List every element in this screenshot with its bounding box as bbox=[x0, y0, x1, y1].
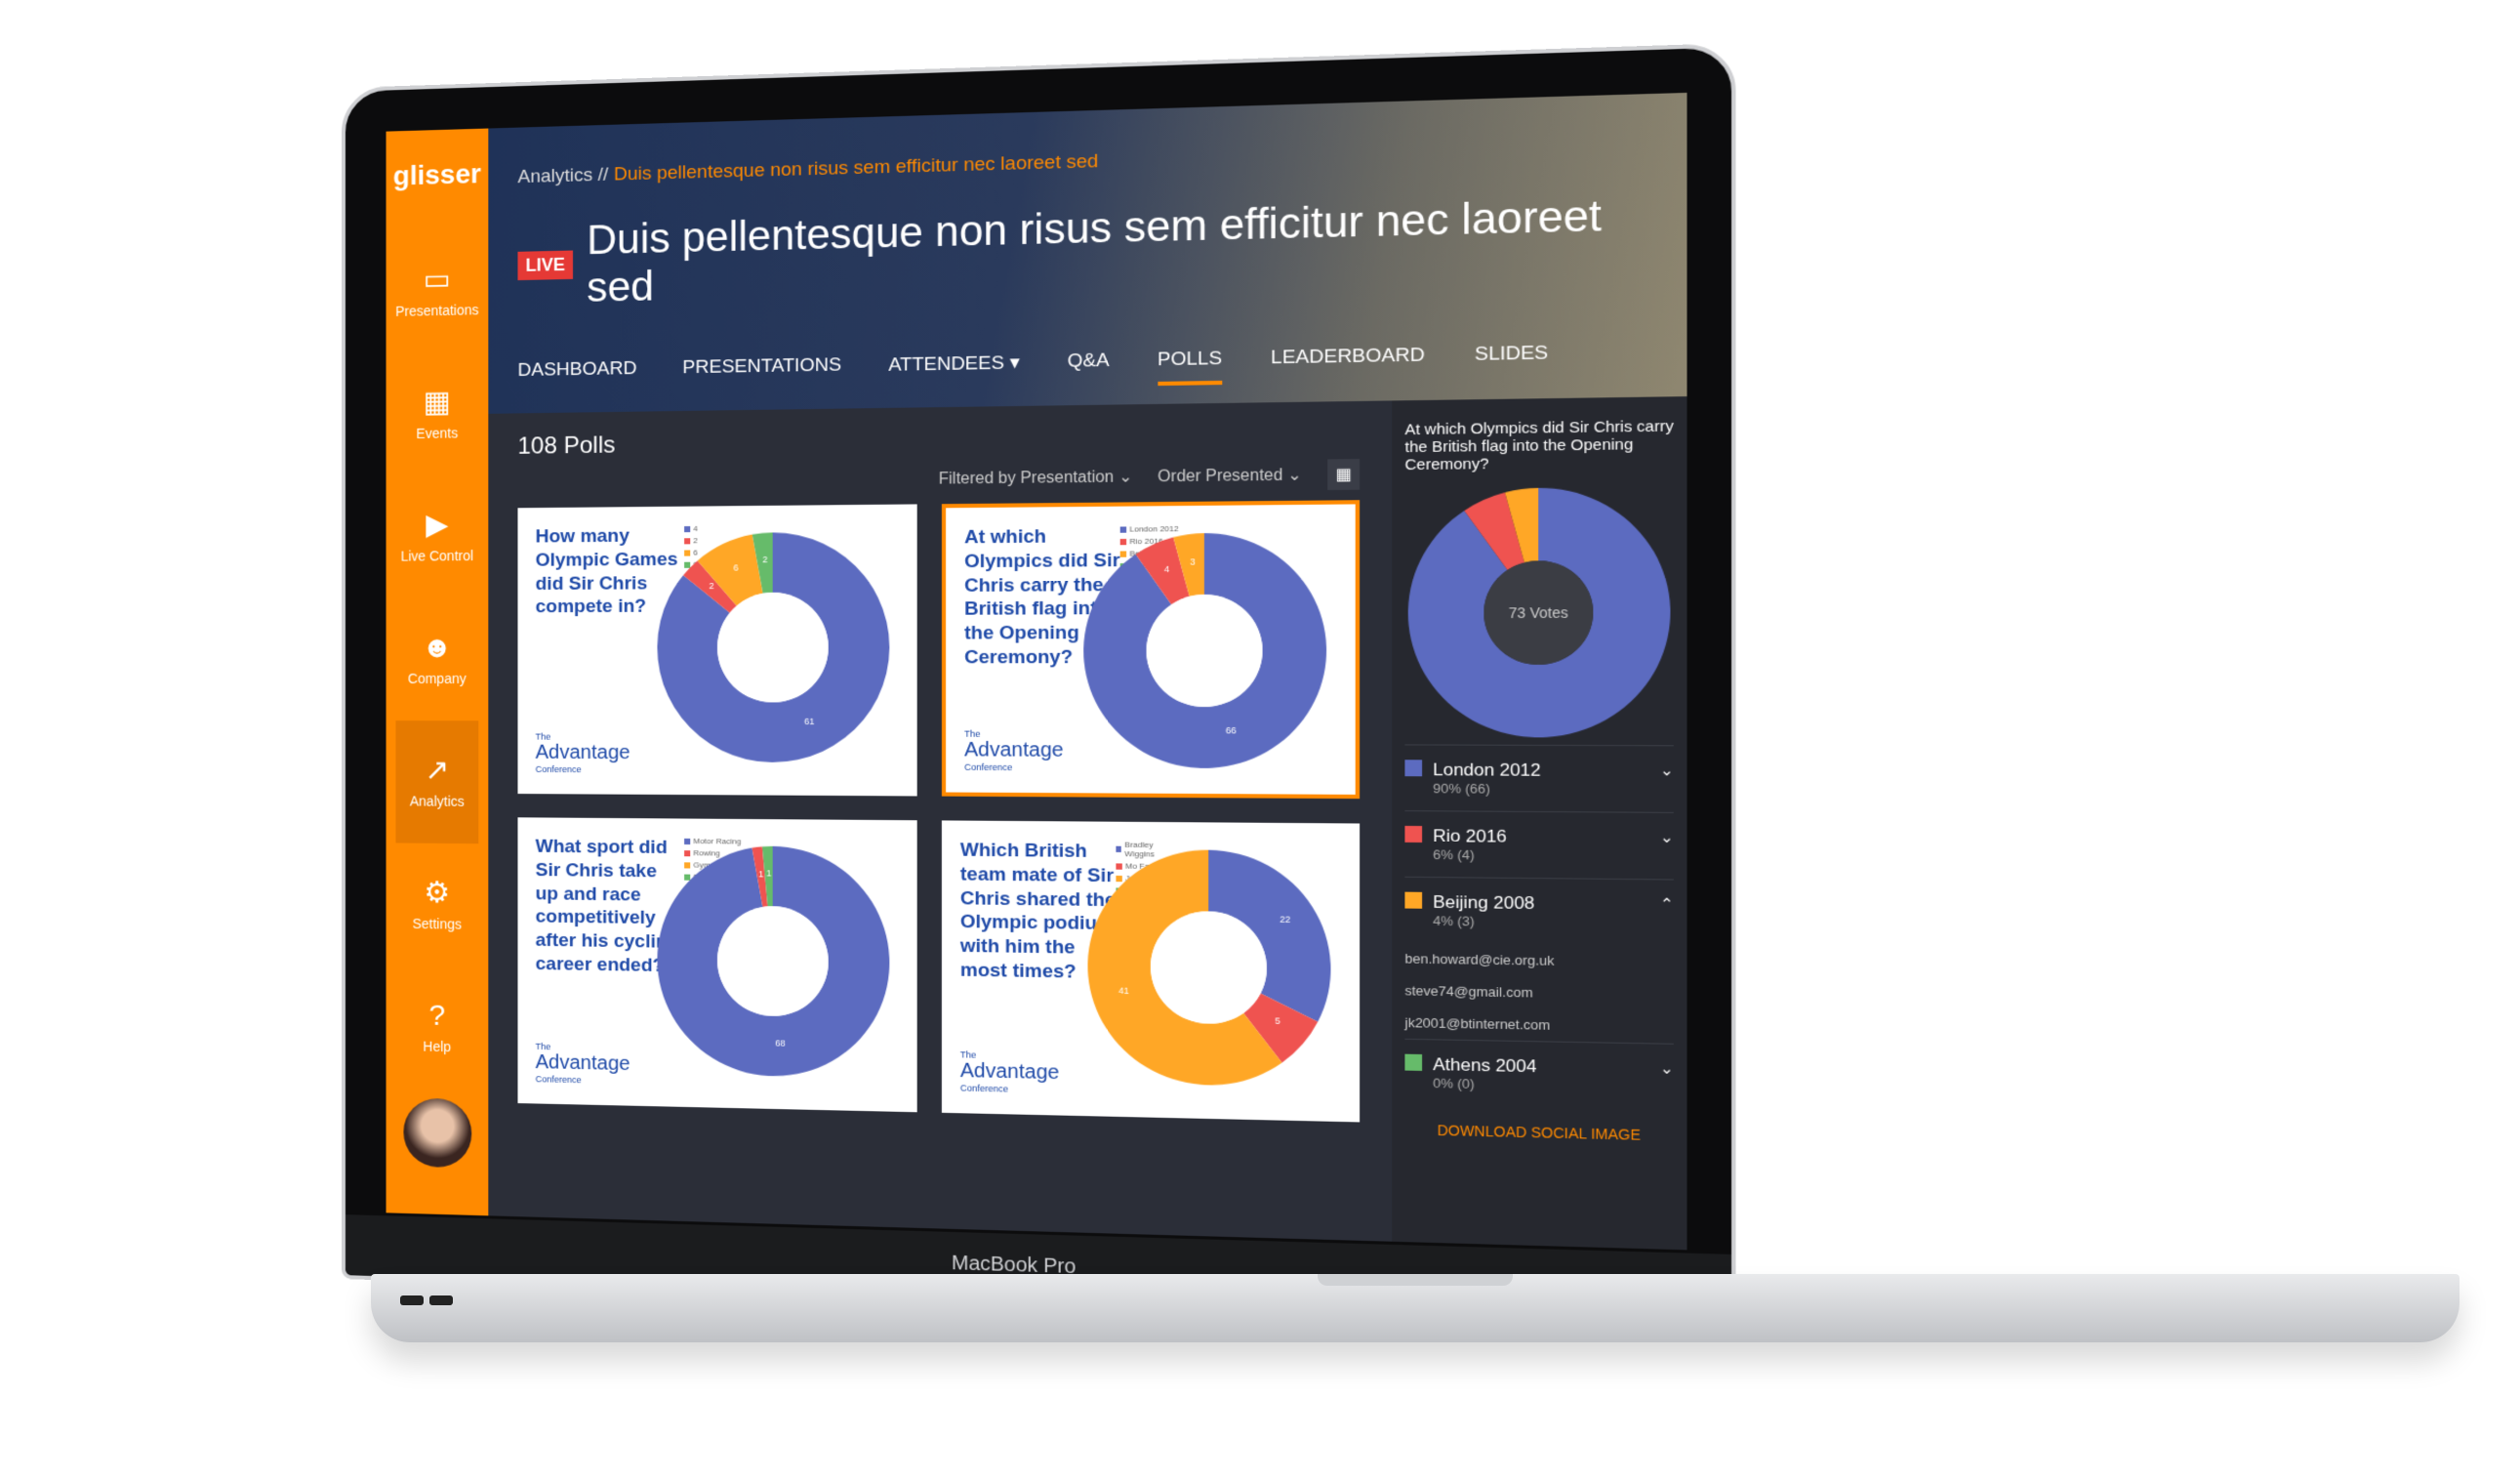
voter-email: steve74@gmail.com bbox=[1404, 982, 1533, 1001]
option-row[interactable]: Beijing 2008 4% (3) ⌃ bbox=[1404, 876, 1674, 947]
gear-icon: ⚙ bbox=[424, 876, 451, 909]
tab-0[interactable]: DASHBOARD bbox=[517, 358, 636, 395]
filter-dropdown[interactable]: Filtered by Presentation ⌄ bbox=[939, 467, 1133, 489]
advantage-logo: The Advantage Conference bbox=[535, 731, 630, 775]
advantage-logo: The Advantage Conference bbox=[535, 1041, 630, 1086]
slice-label: 3 bbox=[1190, 556, 1195, 567]
option-row[interactable]: Rio 2016 6% (4) ⌄ bbox=[1404, 810, 1674, 880]
sidebar-item-company[interactable]: ☻ Company bbox=[395, 597, 478, 720]
tab-2[interactable]: ATTENDEES ▾ bbox=[888, 351, 1019, 390]
poll-card[interactable]: Which British team mate of Sir Chris sha… bbox=[941, 820, 1361, 1123]
voter-email: ben.howard@cie.org.uk bbox=[1404, 950, 1555, 968]
option-name: Rio 2016 bbox=[1433, 826, 1507, 846]
screen: glisser ▭ Presentations ▦ Events ▶ Live Contr… bbox=[386, 92, 1687, 1251]
sidebar-item-settings[interactable]: ⚙ Settings bbox=[395, 843, 478, 966]
page-title: Duis pellentesque non risus sem efficitu… bbox=[587, 190, 1603, 310]
option-stat: 0% (0) bbox=[1433, 1075, 1475, 1092]
sidebar-item-events[interactable]: ▦ Events bbox=[395, 351, 478, 475]
advantage-logo: The Advantage Conference bbox=[964, 728, 1064, 773]
order-dropdown[interactable]: Order Presented ⌄ bbox=[1158, 465, 1302, 487]
advantage-logo: The Advantage Conference bbox=[959, 1049, 1060, 1094]
poll-donut-chart: 61 2 6 2 bbox=[657, 531, 890, 763]
slice-label: 6 bbox=[734, 563, 739, 573]
option-stat: 4% (3) bbox=[1433, 913, 1475, 929]
total-votes: 73 Votes bbox=[1509, 604, 1568, 621]
sidebar-item-presentations[interactable]: ▭ Presentations bbox=[395, 229, 478, 353]
option-stat: 6% (4) bbox=[1433, 846, 1475, 863]
sidebar-item-label: Events bbox=[416, 424, 459, 441]
tab-1[interactable]: PRESENTATIONS bbox=[682, 354, 841, 392]
option-name: London 2012 bbox=[1433, 760, 1541, 781]
slice-label: 5 bbox=[1276, 1016, 1280, 1027]
sidebar: glisser ▭ Presentations ▦ Events ▶ Live Contr… bbox=[386, 128, 489, 1216]
sidebar-item-label: Company bbox=[407, 670, 467, 686]
breadcrumb-current: Duis pellentesque non risus sem efficitu… bbox=[613, 150, 1099, 185]
tab-5[interactable]: LEADERBOARD bbox=[1271, 345, 1425, 385]
breadcrumb-root[interactable]: Analytics // bbox=[517, 164, 608, 187]
slice-label: 22 bbox=[1280, 915, 1290, 925]
chart-icon: ↗ bbox=[425, 753, 450, 787]
poll-card[interactable]: How many Olympic Games did Sir Chris com… bbox=[517, 504, 917, 797]
sidebar-item-help[interactable]: ? Help bbox=[395, 966, 478, 1089]
poll-detail-panel: At which Olympics did Sir Chris carry th… bbox=[1392, 396, 1687, 1251]
glisser-logo: glisser bbox=[392, 157, 481, 191]
option-name: Beijing 2008 bbox=[1433, 891, 1535, 914]
live-badge: LIVE bbox=[517, 250, 574, 280]
sidebar-item-label: Settings bbox=[412, 915, 463, 932]
tab-3[interactable]: Q&A bbox=[1068, 349, 1110, 387]
slice-label: 4 bbox=[1164, 563, 1169, 574]
monitor-icon: ▭ bbox=[423, 262, 451, 296]
slice-label: 2 bbox=[709, 580, 713, 590]
slice-label: 61 bbox=[804, 717, 814, 726]
option-row[interactable]: London 2012 90% (66) ⌄ bbox=[1404, 744, 1674, 812]
calendar-icon: ▦ bbox=[423, 385, 451, 419]
help-icon: ? bbox=[428, 999, 446, 1032]
slice-label: 1 bbox=[766, 868, 771, 878]
option-row[interactable]: Athens 2004 0% (0) ⌄ bbox=[1404, 1038, 1674, 1111]
poll-donut-chart: 66 4 3 bbox=[1083, 532, 1327, 769]
laptop-base bbox=[371, 1274, 2459, 1342]
poll-card[interactable]: At which Olympics did Sir Chris carry th… bbox=[941, 500, 1361, 800]
play-icon: ▶ bbox=[426, 508, 449, 541]
slice-label: 68 bbox=[775, 1038, 785, 1048]
tab-6[interactable]: SLIDES bbox=[1475, 343, 1548, 382]
slice-label: 2 bbox=[762, 555, 767, 564]
slice-label: 1 bbox=[758, 869, 763, 879]
sidebar-item-label: Live Control bbox=[400, 547, 474, 564]
slice-label: 41 bbox=[1118, 985, 1129, 996]
sidebar-item-label: Analytics bbox=[409, 792, 465, 809]
option-stat: 90% (66) bbox=[1433, 780, 1490, 797]
sidebar-item-label: Help bbox=[423, 1038, 452, 1054]
laptop-frame: glisser ▭ Presentations ▦ Events ▶ Live Contr… bbox=[342, 42, 1736, 1325]
breadcrumb: Analytics // Duis pellentesque non risus… bbox=[517, 136, 1653, 188]
sidebar-item-live-control[interactable]: ▶ Live Control bbox=[395, 474, 478, 597]
chevron-icon[interactable]: ⌃ bbox=[1660, 894, 1674, 931]
chevron-icon[interactable]: ⌄ bbox=[1660, 761, 1674, 798]
grid-view-icon[interactable]: ▦ bbox=[1327, 458, 1361, 490]
panel-question: At which Olympics did Sir Chris carry th… bbox=[1404, 417, 1674, 474]
chevron-icon[interactable]: ⌄ bbox=[1660, 828, 1674, 865]
download-social-image-button[interactable]: DOWNLOAD SOCIAL IMAGE bbox=[1404, 1121, 1673, 1143]
chevron-icon[interactable]: ⌄ bbox=[1660, 1059, 1674, 1096]
header: Analytics // Duis pellentesque non risus… bbox=[488, 92, 1687, 414]
sidebar-item-analytics[interactable]: ↗ Analytics bbox=[395, 720, 479, 844]
people-icon: ☻ bbox=[422, 631, 453, 664]
slice-label: 66 bbox=[1226, 725, 1237, 736]
poll-card[interactable]: What sport did Sir Chris take up and rac… bbox=[517, 817, 917, 1113]
poll-donut-chart: 22 5 41 bbox=[1087, 848, 1331, 1087]
tab-bar: DASHBOARD PRESENTATIONS ATTENDEES ▾ Q&A POLL… bbox=[517, 343, 1548, 396]
voter-email: jk2001@btinternet.com bbox=[1404, 1014, 1551, 1033]
poll-donut-chart: 68 1 1 bbox=[657, 844, 890, 1079]
option-name: Athens 2004 bbox=[1433, 1054, 1537, 1077]
panel-donut-chart: 73 Votes bbox=[1407, 486, 1671, 738]
tab-4[interactable]: POLLS bbox=[1157, 348, 1223, 387]
poll-count: 108 Polls bbox=[517, 432, 616, 460]
sidebar-item-label: Presentations bbox=[395, 301, 479, 319]
avatar[interactable] bbox=[402, 1097, 471, 1169]
